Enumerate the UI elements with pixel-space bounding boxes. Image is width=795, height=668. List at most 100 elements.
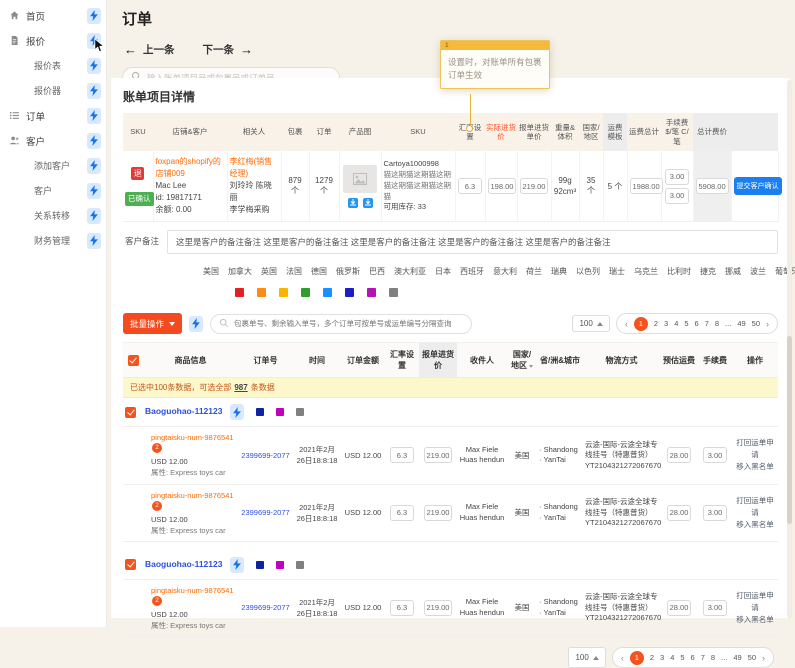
country-filter[interactable]: 乌克兰 <box>634 266 658 277</box>
tag-color[interactable] <box>345 288 354 297</box>
fee-usd-input[interactable]: 3.00 <box>665 169 689 185</box>
sidebar-item-customers[interactable]: 客户 <box>0 128 106 153</box>
page-number[interactable]: 1 <box>634 317 648 331</box>
est-shipping-input[interactable]: 28.00 <box>667 447 692 463</box>
bolt-icon[interactable] <box>87 208 101 224</box>
reject-waybill-link[interactable]: 打回运单申请 <box>734 437 776 461</box>
submit-confirm-button[interactable]: 提交客户确认 <box>734 177 782 195</box>
move-blacklist-link[interactable]: 移入黑名单 <box>734 461 776 473</box>
bolt-icon[interactable] <box>189 316 203 332</box>
bolt-icon[interactable] <box>87 58 101 74</box>
page-number[interactable]: 6 <box>691 653 695 662</box>
country-filter[interactable]: 英国 <box>261 266 277 277</box>
order-number-link[interactable]: 2399699-2077 <box>241 508 289 517</box>
declared-price-input[interactable]: 219.00 <box>424 447 453 463</box>
move-blacklist-link[interactable]: 移入黑名单 <box>734 614 776 626</box>
sidebar-item-home[interactable]: 首页 <box>0 3 106 28</box>
page-number[interactable]: 2 <box>654 319 658 328</box>
page-number[interactable]: 8 <box>711 653 715 662</box>
page-number[interactable]: 5 <box>680 653 684 662</box>
country-filter[interactable]: 德国 <box>311 266 327 277</box>
actual-price-input[interactable]: 198.00 <box>488 178 517 194</box>
country-filter[interactable]: 巴西 <box>369 266 385 277</box>
order-number-link[interactable]: 2399699-2077 <box>241 451 289 460</box>
country-filter[interactable]: 瑞士 <box>609 266 625 277</box>
product-link[interactable]: pingtaisku-num-9876541 <box>151 433 234 442</box>
page-number[interactable]: 5 <box>684 319 688 328</box>
select-all-link[interactable]: 987 <box>234 383 247 392</box>
est-shipping-input[interactable]: 28.00 <box>667 505 692 521</box>
download-icon[interactable] <box>363 198 373 208</box>
prev-page-icon[interactable]: ‹ <box>625 319 628 329</box>
country-filter[interactable]: 瑞典 <box>551 266 567 277</box>
package-link[interactable]: Baoguohao-112123 <box>145 406 222 416</box>
country-filter[interactable]: 西班牙 <box>460 266 484 277</box>
page-number[interactable]: 4 <box>670 653 674 662</box>
group-checkbox[interactable] <box>125 559 136 570</box>
page-number[interactable]: 6 <box>695 319 699 328</box>
bolt-icon[interactable] <box>87 183 101 199</box>
next-page-icon[interactable]: › <box>766 319 769 329</box>
page-number[interactable]: 7 <box>701 653 705 662</box>
product-link[interactable]: pingtaisku-num-9876541 <box>151 491 234 500</box>
reject-waybill-link[interactable]: 打回运单申请 <box>734 590 776 614</box>
sidebar-item-quotation[interactable]: 报价 <box>0 28 106 53</box>
page-number[interactable]: 4 <box>674 319 678 328</box>
country-filter[interactable]: 意大利 <box>493 266 517 277</box>
country-filter[interactable]: 葡萄牙 <box>775 266 795 277</box>
country-filter[interactable]: 美国 <box>203 266 219 277</box>
sidebar-item-customer[interactable]: 客户 <box>0 178 106 203</box>
package-link[interactable]: Baoguohao-112123 <box>145 559 222 569</box>
declared-price-input[interactable]: 219.00 <box>424 505 453 521</box>
prev-page-icon[interactable]: ‹ <box>621 653 624 663</box>
country-filter[interactable]: 澳大利亚 <box>394 266 426 277</box>
country-filter[interactable]: 捷克 <box>700 266 716 277</box>
bolt-icon[interactable] <box>87 158 101 174</box>
page-size-select[interactable]: 100 <box>568 647 605 668</box>
page-number[interactable]: 50 <box>752 319 760 328</box>
page-number[interactable]: 8 <box>715 319 719 328</box>
product-image-placeholder[interactable] <box>343 165 377 193</box>
reject-waybill-link[interactable]: 打回运单申请 <box>734 495 776 519</box>
page-number[interactable]: 7 <box>705 319 709 328</box>
prev-record-button[interactable]: 上一条 <box>143 42 175 57</box>
tag-color[interactable] <box>235 288 244 297</box>
next-record-button[interactable]: 下一条 <box>203 42 235 57</box>
tag-color[interactable] <box>257 288 266 297</box>
bolt-icon[interactable] <box>230 404 244 420</box>
filter-caret-icon[interactable] <box>529 365 533 368</box>
tag-color[interactable] <box>301 288 310 297</box>
group-tag-color[interactable] <box>256 561 264 569</box>
orders-search-input[interactable] <box>234 319 463 328</box>
page-number[interactable]: 50 <box>748 653 756 662</box>
country-filter[interactable]: 俄罗斯 <box>336 266 360 277</box>
sidebar-item-quotation-tool[interactable]: 报价器 <box>0 78 106 103</box>
country-filter[interactable]: 法国 <box>286 266 302 277</box>
group-tag-color[interactable] <box>296 561 304 569</box>
prev-arrow-icon[interactable]: ← <box>124 42 137 57</box>
group-tag-color[interactable] <box>296 408 304 416</box>
select-all-checkbox[interactable] <box>128 355 139 366</box>
country-filter[interactable]: 以色列 <box>576 266 600 277</box>
exchange-rate-input[interactable]: 6.3 <box>458 178 482 194</box>
shipping-total-input[interactable]: 1988.00 <box>630 178 663 194</box>
country-filter[interactable]: 加拿大 <box>228 266 252 277</box>
move-blacklist-link[interactable]: 移入黑名单 <box>734 519 776 531</box>
order-number-link[interactable]: 2399699-2077 <box>241 603 289 612</box>
page-number[interactable]: 49 <box>737 319 745 328</box>
group-tag-color[interactable] <box>276 561 284 569</box>
tag-color[interactable] <box>367 288 376 297</box>
next-arrow-icon[interactable]: → <box>240 42 253 57</box>
bulk-actions-button[interactable]: 批量操作 <box>123 313 182 334</box>
page-number[interactable]: 3 <box>660 653 664 662</box>
related-primary[interactable]: 李红梅(销售经理) <box>230 156 279 180</box>
sidebar-item-relation-transfer[interactable]: 关系转移 <box>0 203 106 228</box>
group-tag-color[interactable] <box>276 408 284 416</box>
country-filter[interactable]: 荷兰 <box>526 266 542 277</box>
scrollbar-thumb[interactable] <box>787 336 792 524</box>
page-number[interactable]: 3 <box>664 319 668 328</box>
sidebar-item-finance[interactable]: 财务管理 <box>0 228 106 253</box>
bolt-icon[interactable] <box>230 557 244 573</box>
declared-price-input[interactable]: 219.00 <box>520 178 549 194</box>
fee-cny-input[interactable]: 3.00 <box>665 188 689 204</box>
